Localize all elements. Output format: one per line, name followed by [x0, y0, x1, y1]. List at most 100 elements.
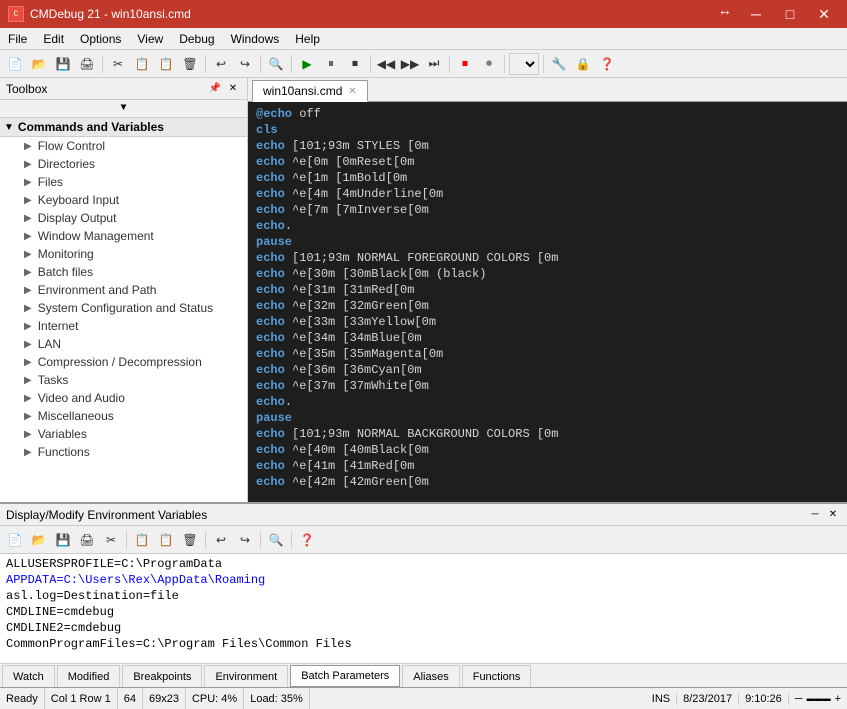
- tb-select[interactable]: [509, 53, 539, 75]
- code-line-22: echo ^e[41m [41mRed[0m: [256, 458, 839, 474]
- toolbox-item-15[interactable]: ▶Miscellaneous: [0, 407, 247, 425]
- code-line-15: echo ^e[35m [35mMagenta[0m: [256, 346, 839, 362]
- toolbox-close-btn[interactable]: ✕: [225, 81, 241, 97]
- env-var-1: APPDATA=C:\Users\Rex\AppData\Roaming: [6, 572, 841, 588]
- tb-step-over[interactable]: ⏭: [423, 53, 445, 75]
- minimize-button[interactable]: ─: [741, 4, 771, 24]
- toolbox-item-10[interactable]: ▶Internet: [0, 317, 247, 335]
- tb-play[interactable]: ▶: [296, 53, 318, 75]
- zoom-minus-icon[interactable]: ─: [795, 693, 803, 705]
- tb-record[interactable]: ⏺: [478, 53, 500, 75]
- tb-redo[interactable]: ↪: [234, 53, 256, 75]
- menu-windows[interactable]: Windows: [223, 30, 288, 48]
- toolbox-item-2[interactable]: ▶Files: [0, 173, 247, 191]
- tb-sep-5: [370, 55, 371, 73]
- btm-print[interactable]: 🖨: [76, 529, 98, 551]
- toolbox-item-13[interactable]: ▶Tasks: [0, 371, 247, 389]
- menu-bar: File Edit Options View Debug Windows Hel…: [0, 28, 847, 50]
- toolbox-item-7[interactable]: ▶Batch files: [0, 263, 247, 281]
- toolbox-item-4[interactable]: ▶Display Output: [0, 209, 247, 227]
- status-number: 64: [118, 688, 143, 709]
- toolbox-item-0[interactable]: ▶Flow Control: [0, 137, 247, 155]
- tab-close-icon[interactable]: ✕: [348, 86, 356, 97]
- toolbar: 📄 📂 💾 🖨 ✂ 📋 📋 🗑 ↩ ↪ 🔍 ▶ ⏸ ⏹ ◀◀ ▶▶ ⏭ ⏹ ⏺ …: [0, 50, 847, 78]
- btm-cut[interactable]: ✂: [100, 529, 122, 551]
- bottom-pin-btn[interactable]: ─: [807, 507, 823, 523]
- tb-cut[interactable]: ✂: [107, 53, 129, 75]
- btm-copy2[interactable]: 📋: [131, 529, 153, 551]
- tb-extra3[interactable]: ❓: [596, 53, 618, 75]
- toolbox-item-1[interactable]: ▶Directories: [0, 155, 247, 173]
- tb-step[interactable]: ▶▶: [399, 53, 421, 75]
- tb-find[interactable]: 🔍: [265, 53, 287, 75]
- tb-sep-2: [205, 55, 206, 73]
- toolbox-item-9[interactable]: ▶System Configuration and Status: [0, 299, 247, 317]
- toolbox-item-6[interactable]: ▶Monitoring: [0, 245, 247, 263]
- menu-file[interactable]: File: [0, 30, 35, 48]
- btm-help[interactable]: ❓: [296, 529, 318, 551]
- toolbox-item-arrow-11: ▶: [24, 339, 32, 350]
- menu-debug[interactable]: Debug: [171, 30, 222, 48]
- tb-record-stop[interactable]: ⏹: [454, 53, 476, 75]
- btm-redo[interactable]: ↪: [234, 529, 256, 551]
- code-line-18: echo.: [256, 394, 839, 410]
- tb-pause[interactable]: ⏸: [320, 53, 342, 75]
- tb-paste[interactable]: 📋: [155, 53, 177, 75]
- zoom-slider[interactable]: ▬▬▬: [807, 694, 831, 703]
- menu-help[interactable]: Help: [287, 30, 328, 48]
- toolbox-section-header[interactable]: ▼ Commands and Variables: [0, 118, 247, 137]
- btm-open[interactable]: 📂: [28, 529, 50, 551]
- toolbox-item-8[interactable]: ▶Environment and Path: [0, 281, 247, 299]
- toolbox-pin-btn[interactable]: 📌: [207, 81, 223, 97]
- status-tab-environment[interactable]: Environment: [204, 665, 288, 687]
- editor-tab-win10ansi[interactable]: win10ansi.cmd ✕: [252, 80, 368, 102]
- tb-stop[interactable]: ⏹: [344, 53, 366, 75]
- status-tab-modified[interactable]: Modified: [57, 665, 121, 687]
- toolbox-item-5[interactable]: ▶Window Management: [0, 227, 247, 245]
- tb-new[interactable]: 📄: [4, 53, 26, 75]
- btm-new[interactable]: 📄: [4, 529, 26, 551]
- status-zoom[interactable]: ─ ▬▬▬ +: [789, 693, 847, 705]
- btm-undo[interactable]: ↩: [210, 529, 232, 551]
- tb-step-back[interactable]: ◀◀: [375, 53, 397, 75]
- menu-view[interactable]: View: [129, 30, 171, 48]
- btm-paste2[interactable]: 📋: [155, 529, 177, 551]
- toolbox-item-arrow-12: ▶: [24, 357, 32, 368]
- status-tab-aliases[interactable]: Aliases: [402, 665, 459, 687]
- tb-print[interactable]: 🖨: [76, 53, 98, 75]
- toolbox-scroll-btn[interactable]: ▼: [0, 100, 247, 118]
- status-tab-watch[interactable]: Watch: [2, 665, 55, 687]
- btm-save[interactable]: 💾: [52, 529, 74, 551]
- btm-find[interactable]: 🔍: [265, 529, 287, 551]
- maximize-button[interactable]: □: [775, 4, 805, 24]
- zoom-plus-icon[interactable]: +: [835, 693, 841, 705]
- tb-copy[interactable]: 📋: [131, 53, 153, 75]
- code-line-12: echo ^e[32m [32mGreen[0m: [256, 298, 839, 314]
- code-line-11: echo ^e[31m [31mRed[0m: [256, 282, 839, 298]
- toolbox-item-17[interactable]: ▶Functions: [0, 443, 247, 461]
- status-tab-functions[interactable]: Functions: [462, 665, 532, 687]
- btm-sep-3: [260, 531, 261, 549]
- bottom-close-btn[interactable]: ✕: [825, 507, 841, 523]
- code-line-2: echo [101;93m STYLES [0m: [256, 138, 839, 154]
- toolbox-item-16[interactable]: ▶Variables: [0, 425, 247, 443]
- tb-delete[interactable]: 🗑: [179, 53, 201, 75]
- status-tab-batch-parameters[interactable]: Batch Parameters: [290, 665, 400, 687]
- close-button[interactable]: ✕: [809, 4, 839, 24]
- tb-undo[interactable]: ↩: [210, 53, 232, 75]
- toolbox-item-14[interactable]: ▶Video and Audio: [0, 389, 247, 407]
- status-dimensions: 69x23: [143, 688, 186, 709]
- menu-edit[interactable]: Edit: [35, 30, 72, 48]
- btm-delete[interactable]: 🗑: [179, 529, 201, 551]
- toolbox-item-3[interactable]: ▶Keyboard Input: [0, 191, 247, 209]
- tb-extra1[interactable]: 🔧: [548, 53, 570, 75]
- menu-options[interactable]: Options: [72, 30, 129, 48]
- tb-extra2[interactable]: 🔒: [572, 53, 594, 75]
- status-tab-breakpoints[interactable]: Breakpoints: [122, 665, 202, 687]
- code-lines: @echo offclsecho [101;93m STYLES [0mecho…: [256, 106, 839, 490]
- toolbox-item-12[interactable]: ▶Compression / Decompression: [0, 353, 247, 371]
- tb-save[interactable]: 💾: [52, 53, 74, 75]
- tb-open[interactable]: 📂: [28, 53, 50, 75]
- toolbox-item-11[interactable]: ▶LAN: [0, 335, 247, 353]
- code-editor[interactable]: @echo offclsecho [101;93m STYLES [0mecho…: [248, 102, 847, 502]
